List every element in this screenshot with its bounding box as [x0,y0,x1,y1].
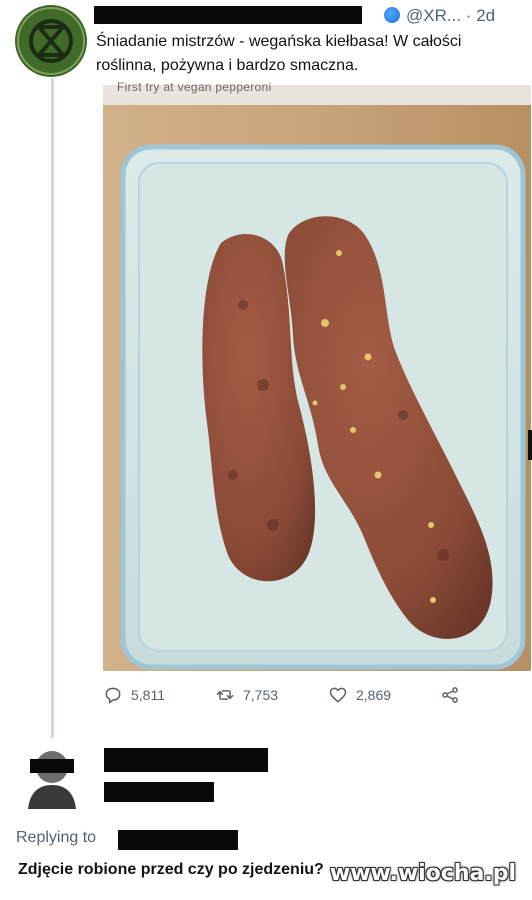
person-avatar-icon [22,743,82,809]
redacted-replying-to-handle [118,830,238,850]
reply-count: 5,811 [131,687,165,703]
share-button[interactable] [440,683,460,707]
replying-to: Replying to [16,829,96,847]
reply-button[interactable]: 5,811 [103,683,165,707]
thread-line [51,78,54,738]
retweet-icon [216,690,234,700]
comment-icon [105,687,121,704]
retweet-button[interactable]: 7,753 [215,683,278,707]
sausage-photo [103,85,531,671]
heart-icon [329,687,347,703]
tweet-photo[interactable] [103,85,531,671]
like-count: 2,869 [356,687,392,703]
tweet-text-line-2: roślinna, pożywna i bardzo smaczna. [96,57,359,74]
redacted-author-name [94,6,362,24]
redacted-reply-name [104,748,268,772]
photo-caption: First try at vegan pepperoni [117,80,272,94]
tweet-header: @XR... · 2d [94,4,524,26]
edge-artifact [528,430,532,460]
reply-text: Zdjęcie robione przed czy po zjedzeniu? [18,861,324,878]
redacted-reply-handle [104,782,214,802]
author-avatar[interactable] [15,5,87,77]
author-handle[interactable]: @XR... · 2d [406,6,495,26]
like-button[interactable]: 2,869 [328,683,391,707]
replying-to-label: Replying to [16,829,97,846]
tweet-text: Śniadanie mistrzów - wegańska kiełbasa! … [96,30,516,78]
handle-text: @XR... [406,6,462,25]
tweet-actions: 5,811 7,753 2,869 [103,683,503,711]
reply-author-avatar[interactable] [22,743,82,809]
site-watermark: www.wiocha.pl [329,861,516,886]
share-icon [442,687,458,703]
retweet-count: 7,753 [243,687,279,703]
tweet-text-line-1: Śniadanie mistrzów - wegańska kiełbasa! … [96,33,462,50]
tweet-time[interactable]: 2d [476,6,495,25]
time-separator: · [465,6,472,25]
globe-icon [384,7,400,23]
extinction-logo-icon [17,7,85,75]
